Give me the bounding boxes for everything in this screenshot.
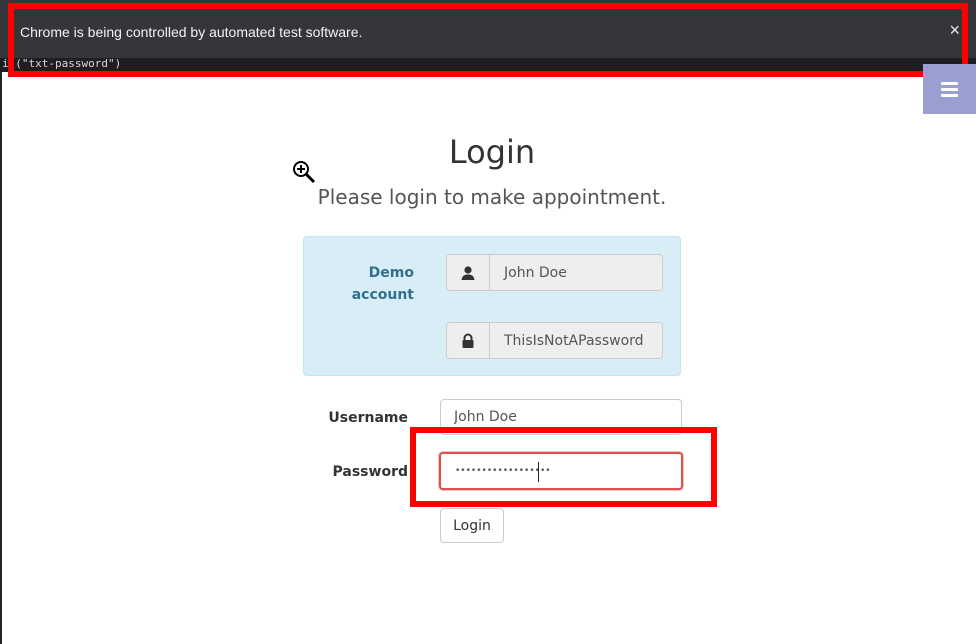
- page-title: Login: [448, 133, 536, 171]
- lock-icon: [447, 323, 490, 358]
- page-subtitle: Please login to make appointment.: [317, 185, 667, 209]
- menu-toggle-button[interactable]: [923, 64, 976, 114]
- login-button[interactable]: Login: [440, 508, 504, 543]
- demo-username-group: John Doe: [446, 254, 663, 291]
- password-label: Password: [332, 464, 408, 480]
- hamburger-icon: [941, 81, 958, 97]
- username-label: Username: [328, 410, 408, 426]
- user-icon: [447, 255, 490, 290]
- demo-account-label: Demo account: [351, 265, 414, 303]
- demo-username-value: John Doe: [490, 255, 662, 290]
- highlight-password-field: [410, 427, 717, 507]
- demo-password-group: ThisIsNotAPassword: [446, 322, 663, 359]
- terminal-edge: [0, 0, 2, 644]
- highlight-infobar: [8, 3, 968, 77]
- demo-password-value: ThisIsNotAPassword: [490, 323, 662, 358]
